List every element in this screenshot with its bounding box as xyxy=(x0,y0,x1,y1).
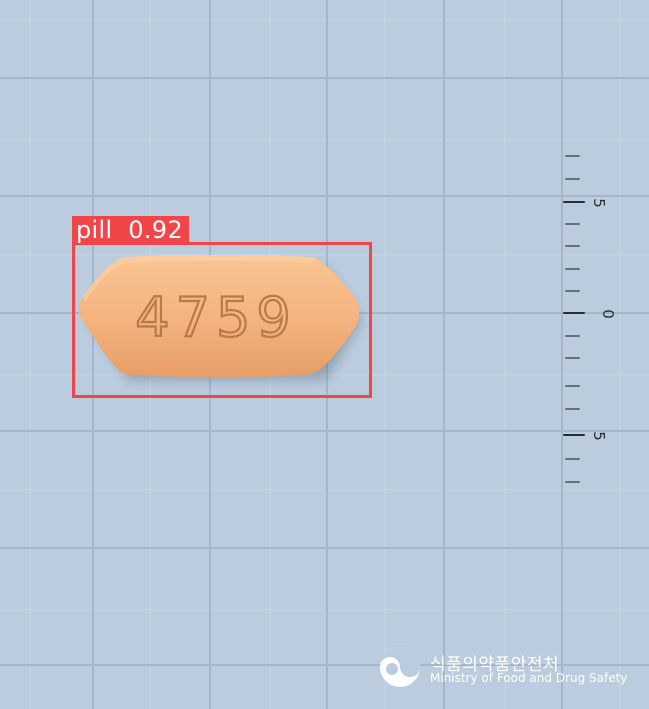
detection-label: pill 0.92 xyxy=(72,216,189,244)
mfds-logo-icon xyxy=(380,647,420,687)
pill-photo: 5 0 5 4759 pill 0.92 식품의약품안전처 Ministry o… xyxy=(0,0,649,709)
detection-box xyxy=(72,242,372,398)
ruler-label-top: 5 xyxy=(590,198,608,208)
ruler-label-middle: 0 xyxy=(599,309,617,319)
watermark-english: Ministry of Food and Drug Safety xyxy=(430,671,628,685)
ruler-label-bottom: 5 xyxy=(590,431,608,441)
